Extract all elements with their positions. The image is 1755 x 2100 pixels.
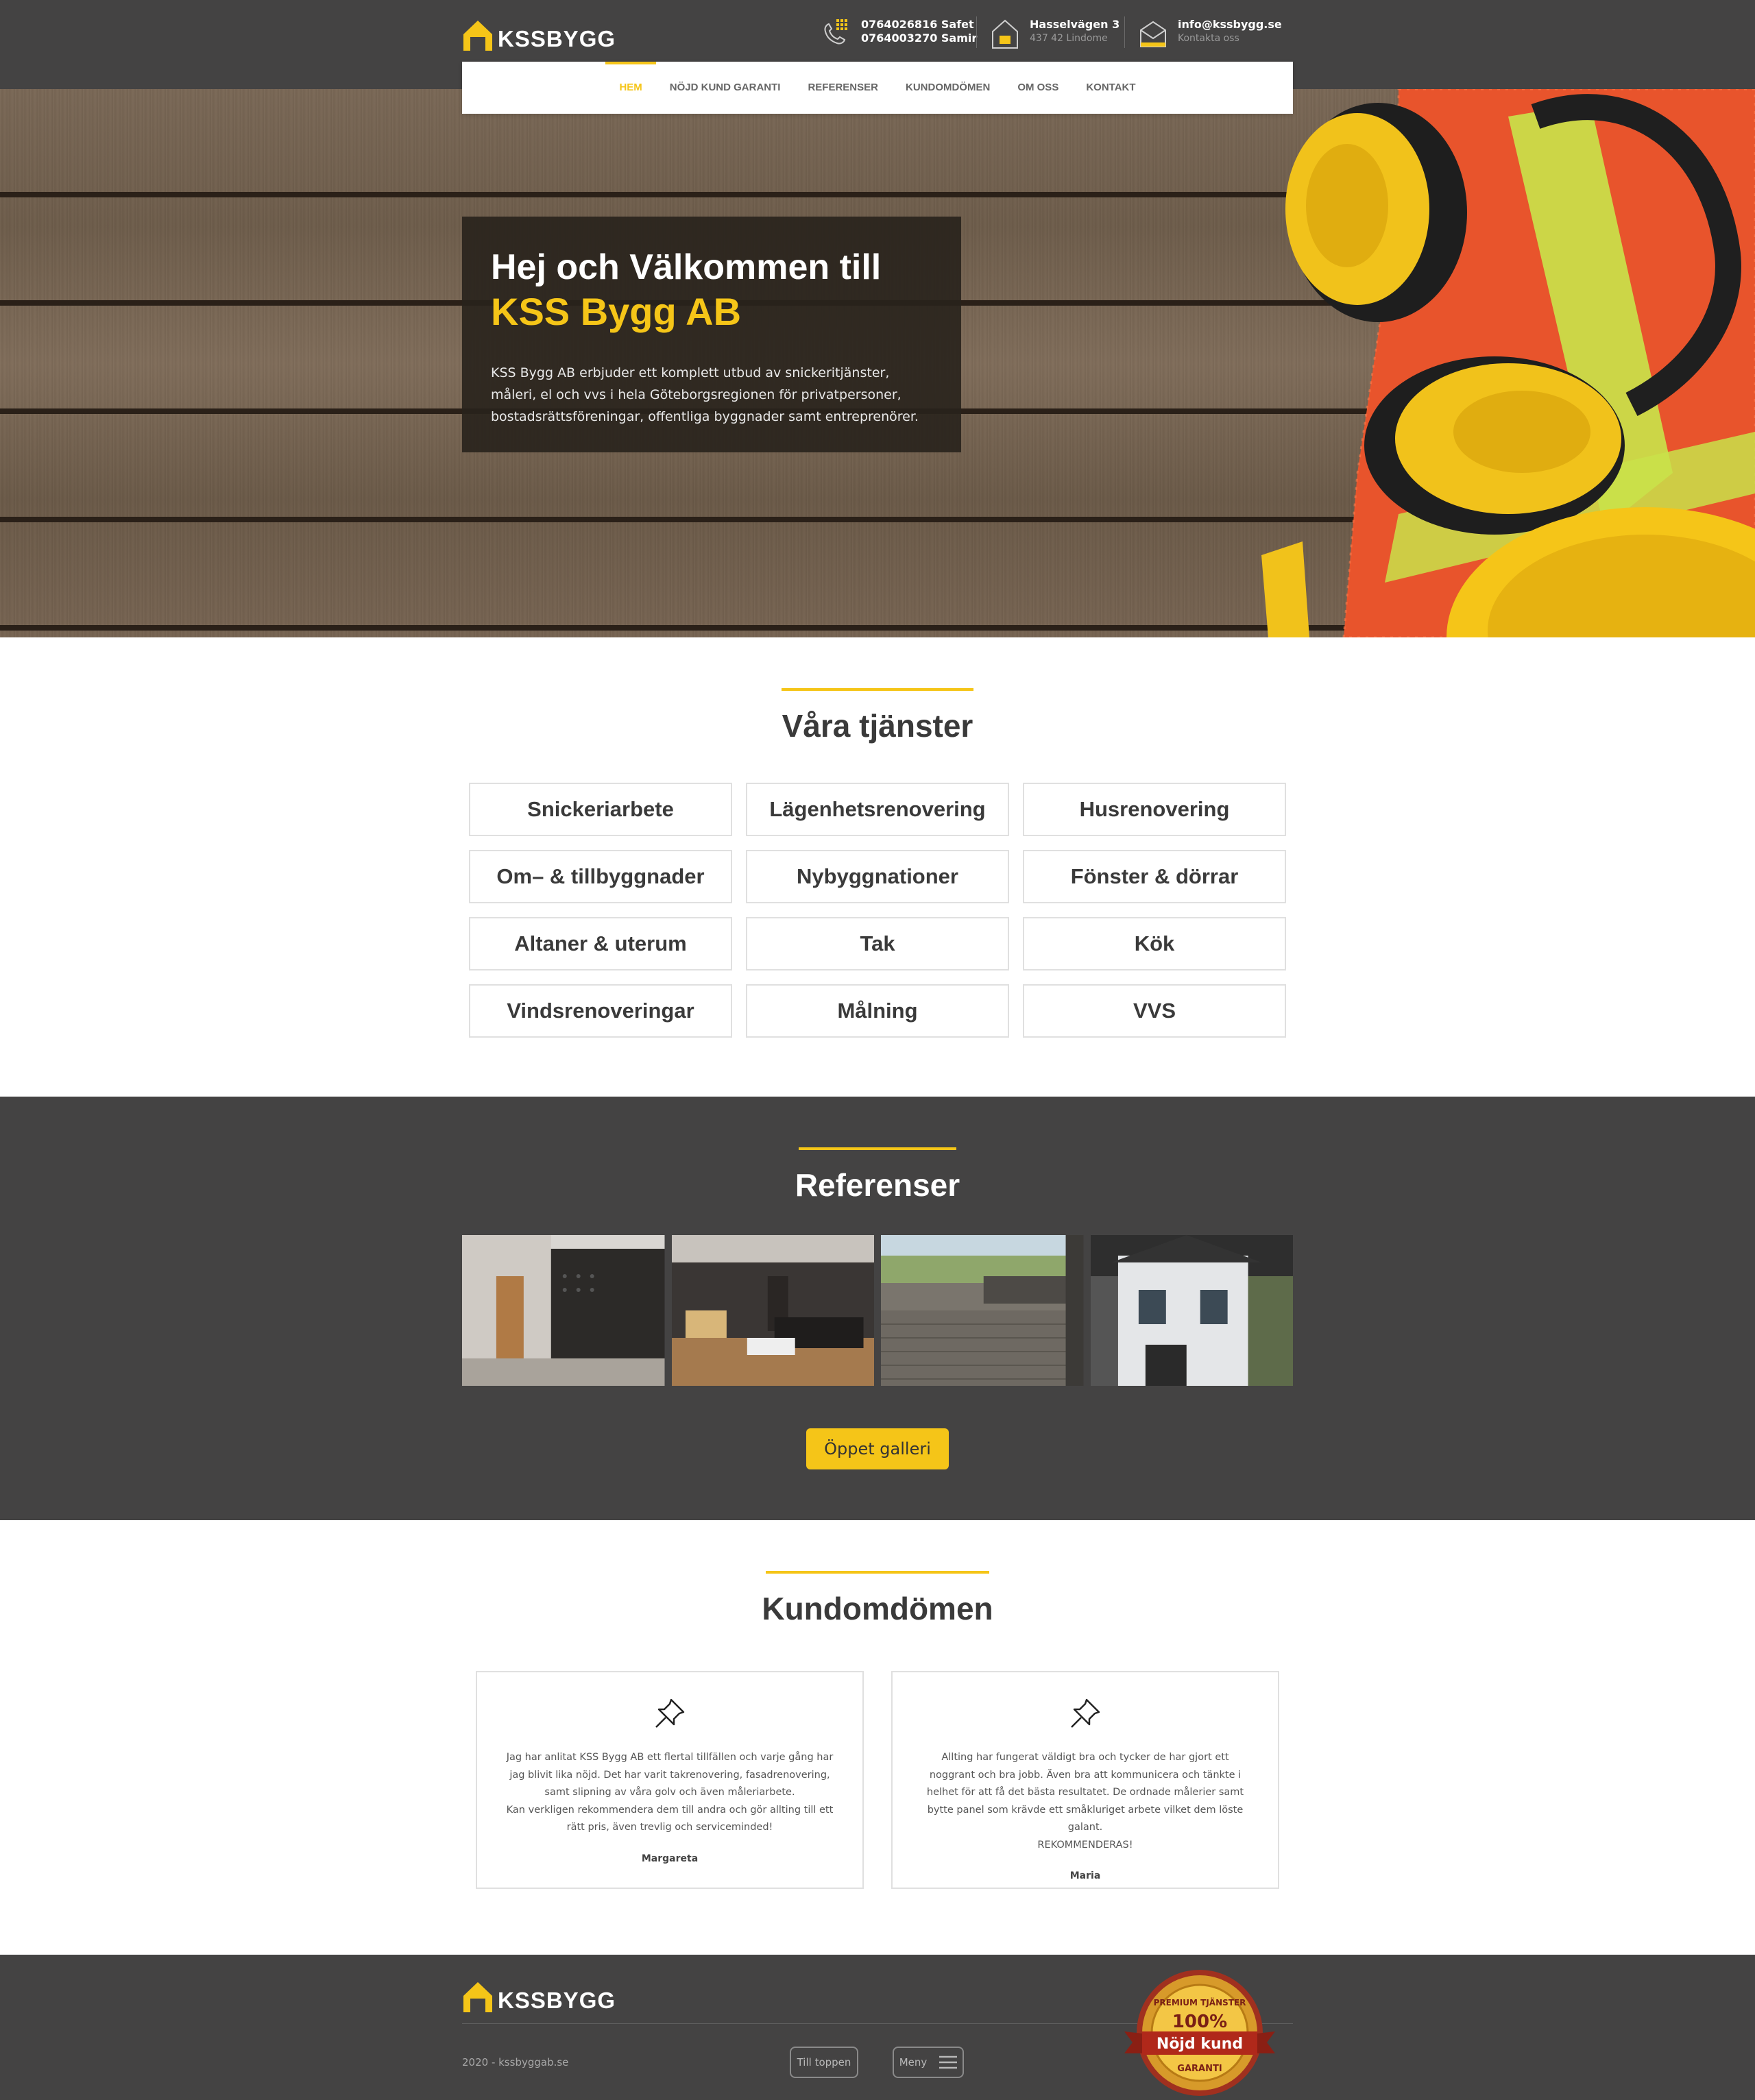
phone-icon [824, 19, 847, 45]
address-street: Hasselvägen 3 [1030, 18, 1120, 31]
services-grid: Snickeriarbete Lägenhetsrenovering Husre… [469, 783, 1286, 1038]
heading-accent-bar [799, 1147, 956, 1150]
service-nybyggnationer[interactable]: Nybyggnationer [746, 850, 1009, 903]
services-heading: Våra tjänster [0, 688, 1755, 744]
reference-photo-house[interactable] [1090, 1235, 1293, 1386]
envelope-icon [1140, 21, 1166, 47]
nav-item-kundomdomen[interactable]: KUNDOMDÖMEN [892, 62, 1004, 114]
hero-safety-gear-image [1261, 89, 1755, 637]
heading-accent-bar [782, 688, 973, 691]
service-husrenovering[interactable]: Husrenovering [1023, 783, 1286, 836]
main-nav: HEM NÖJD KUND GARANTI REFERENSER KUNDOMD… [462, 62, 1293, 114]
references-title: Referenser [795, 1167, 960, 1203]
hero-welcome-box: Hej och Välkommen till KSS Bygg AB KSS B… [462, 217, 961, 452]
nav-item-kontakt[interactable]: KONTAKT [1072, 62, 1149, 114]
livingroom-photo-image [671, 1235, 874, 1386]
badge-ribbon-text: Nöjd kund [1157, 2036, 1243, 2053]
divider [1124, 16, 1125, 48]
menu-label: Meny [899, 2056, 928, 2068]
nav-item-referenser[interactable]: REFERENSER [794, 62, 892, 114]
review-card: Jag har anlitat KSS Bygg AB ett flertal … [476, 1671, 864, 1889]
review-author: Maria [1069, 1870, 1101, 1881]
reference-photo-hallway[interactable] [462, 1235, 665, 1386]
heading-accent-bar [766, 1571, 989, 1574]
divider [976, 16, 977, 48]
reference-photo-deck[interactable] [881, 1235, 1084, 1386]
nav-item-om-oss[interactable]: OM OSS [1004, 62, 1072, 114]
hamburger-icon [939, 2055, 958, 2069]
home-address-icon [992, 19, 1018, 49]
badge-arc-text: PREMIUM TJÄNSTER [1154, 1997, 1246, 2007]
menu-button[interactable]: Meny [893, 2047, 964, 2078]
house-photo-image [1090, 1235, 1293, 1386]
review-author: Margareta [641, 1853, 699, 1864]
reviews-heading: Kundomdömen [0, 1571, 1755, 1627]
phone-contact[interactable]: 0764026816 Safet 0764003270 Samir [821, 18, 977, 51]
reference-photo-livingroom[interactable] [671, 1235, 874, 1386]
email-contact[interactable]: info@kssbygg.se Kontakta oss [1138, 18, 1282, 51]
phone-samir[interactable]: 0764003270 Samir [861, 32, 977, 45]
pushpin-icon [1071, 1698, 1100, 1728]
house-logo-icon [463, 1982, 492, 2012]
deck-photo-image [881, 1235, 1084, 1386]
phone-safet[interactable]: 0764026816 Safet [861, 18, 977, 32]
pushpin-icon [655, 1698, 685, 1728]
nav-item-hem[interactable]: HEM [605, 62, 657, 114]
back-to-top-button[interactable]: Till toppen [790, 2047, 858, 2078]
nav-item-nojd-kund-garanti[interactable]: NÖJD KUND GARANTI [656, 62, 795, 114]
logo-text: KSSBYGG [498, 26, 616, 51]
references-heading: Referenser [0, 1147, 1755, 1204]
references-section: Referenser Öppet galleri [0, 1097, 1755, 1520]
service-fonster-dorrar[interactable]: Fönster & dörrar [1023, 850, 1286, 903]
logo-text: KSSBYGG [498, 1988, 616, 2013]
service-tak[interactable]: Tak [746, 917, 1009, 970]
reference-gallery [462, 1235, 1293, 1386]
service-altaner-uterum[interactable]: Altaner & uterum [469, 917, 732, 970]
open-gallery-button[interactable]: Öppet galleri [806, 1428, 949, 1469]
hero-section: Hej och Välkommen till KSS Bygg AB KSS B… [0, 89, 1755, 637]
site-logo[interactable]: KSSBYGG [462, 15, 616, 52]
house-logo-icon [463, 21, 492, 51]
reviews-title: Kundomdömen [762, 1591, 993, 1626]
service-lagenhetsrenovering[interactable]: Lägenhetsrenovering [746, 783, 1009, 836]
review-text: Jag har anlitat KSS Bygg AB ett flertal … [506, 1752, 834, 1833]
address-city: 437 42 Lindome [1030, 33, 1108, 44]
hero-company-name: KSS Bygg AB [491, 290, 742, 333]
service-vindsrenoveringar[interactable]: Vindsrenoveringar [469, 984, 732, 1038]
service-om-tillbyggnader[interactable]: Om– & tillbyggnader [469, 850, 732, 903]
email-subtext: Kontakta oss [1178, 33, 1239, 44]
review-card: Allting har fungerat väldigt bra och tyc… [891, 1671, 1279, 1889]
hero-description: KSS Bygg AB erbjuder ett komplett utbud … [491, 365, 919, 424]
services-title: Våra tjänster [782, 708, 973, 744]
site-footer: KSSBYGG 2020 - kssbyggab.se Till toppen … [0, 1955, 1755, 2100]
badge-percent: 100% [1172, 2012, 1227, 2032]
address-contact: Hasselvägen 3 437 42 Lindome [990, 18, 1119, 51]
service-kok[interactable]: Kök [1023, 917, 1286, 970]
back-to-top-label: Till toppen [797, 2056, 851, 2068]
service-snickeriarbete[interactable]: Snickeriarbete [469, 783, 732, 836]
email-address[interactable]: info@kssbygg.se [1178, 18, 1282, 32]
service-malning[interactable]: Målning [746, 984, 1009, 1038]
footer-logo[interactable]: KSSBYGG [462, 1977, 616, 2014]
copyright-text: 2020 - kssbyggab.se [462, 2056, 569, 2068]
satisfaction-guarantee-badge-icon: PREMIUM TJÄNSTER 100% Nöjd kund GARANTI [1124, 1970, 1275, 2096]
hero-title: Hej och Välkommen till [491, 247, 882, 287]
hallway-photo-image [462, 1235, 665, 1386]
review-text: Allting har fungerat väldigt bra och tyc… [926, 1752, 1244, 1851]
badge-bottom-text: GARANTI [1177, 2064, 1222, 2074]
service-vvs[interactable]: VVS [1023, 984, 1286, 1038]
